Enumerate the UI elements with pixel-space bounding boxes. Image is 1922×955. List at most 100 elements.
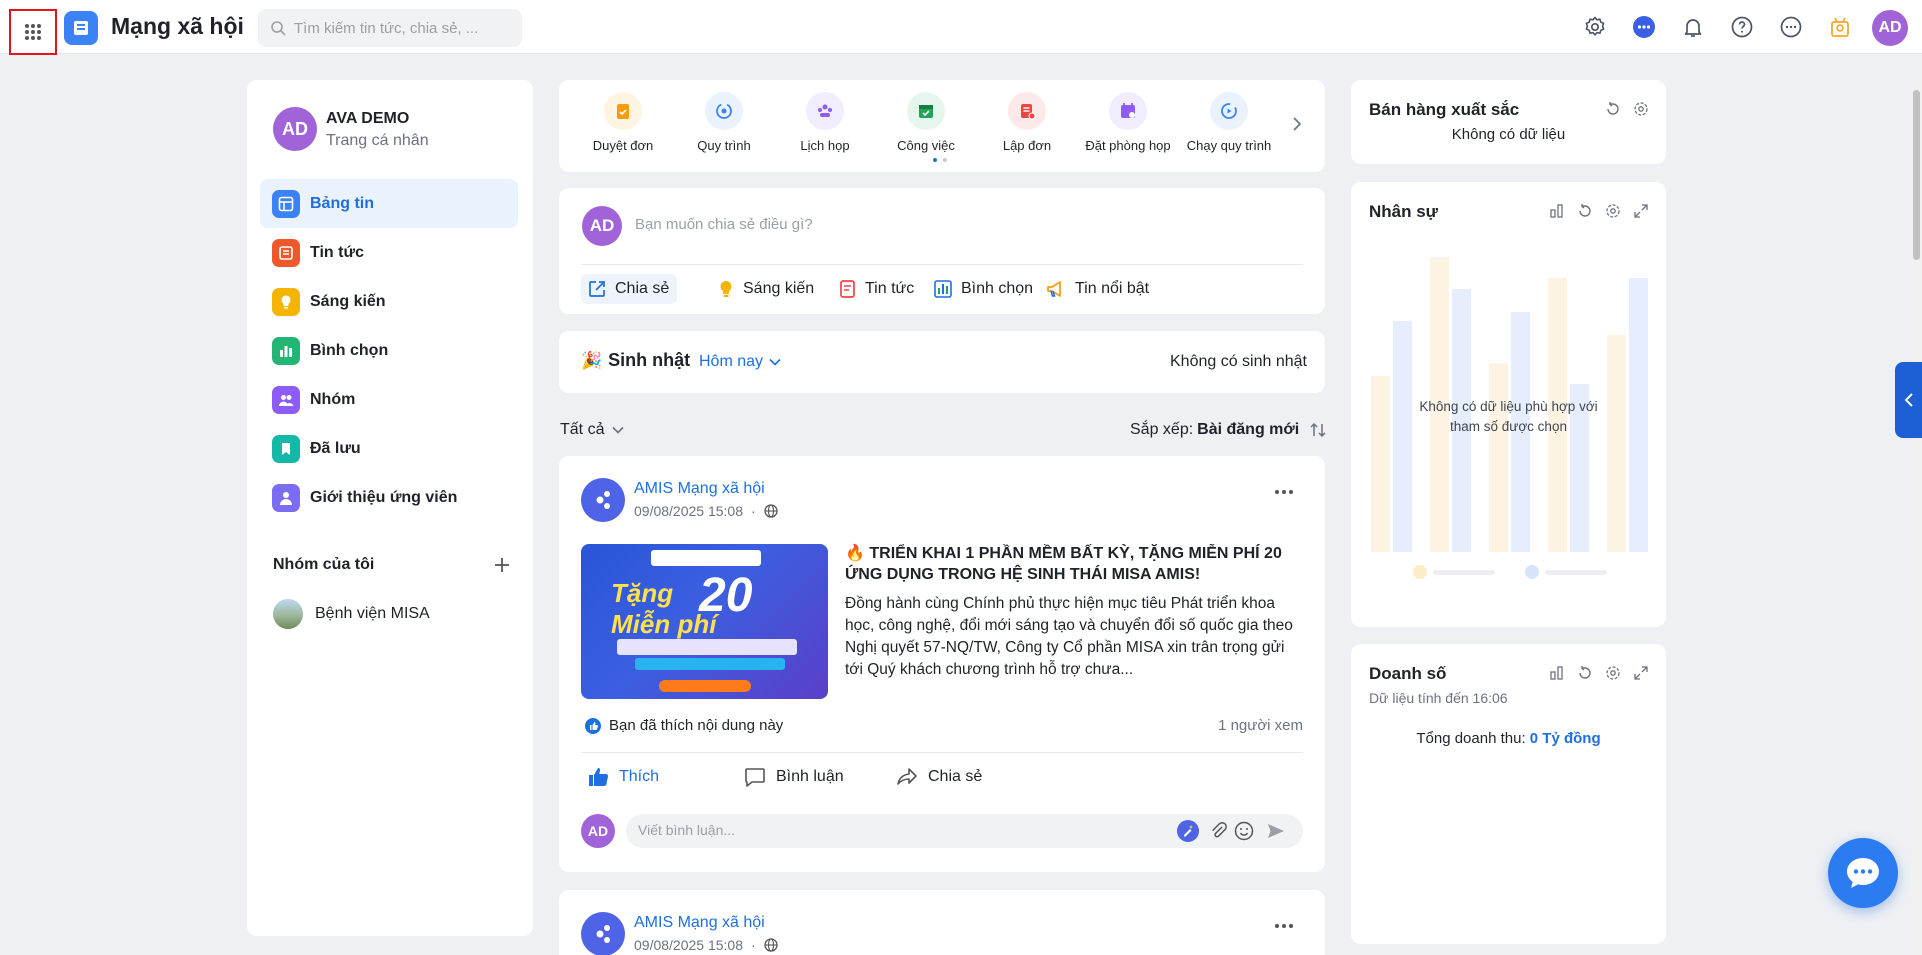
refresh-icon[interactable] [1602, 98, 1624, 120]
profile-link[interactable]: Trang cá nhân [326, 132, 429, 150]
post-headline[interactable]: 🔥 TRIỂN KHAI 1 PHẦN MỀM BẤT KỲ, TẶNG MIỄ… [845, 543, 1305, 585]
post-image[interactable]: Tặng Miễn phí 20 [581, 544, 828, 699]
emoji-icon[interactable] [1232, 819, 1256, 843]
group-name: Bệnh viện MISA [315, 605, 430, 622]
expand-icon[interactable] [1630, 662, 1652, 684]
avatar: AD [582, 206, 622, 246]
quick-action-task[interactable]: Công việc [876, 92, 976, 153]
like-button[interactable]: Thích [587, 762, 659, 792]
amis-logo-icon [596, 925, 610, 943]
reward-icon[interactable] [1826, 13, 1854, 41]
sidebar-item-news[interactable]: Tin tức [260, 228, 518, 277]
profile-avatar[interactable]: AD [273, 107, 317, 151]
lightbulb-icon [272, 287, 300, 316]
widget-tools [1546, 200, 1652, 222]
avatar[interactable]: AD [1872, 10, 1908, 46]
poll-icon [934, 280, 952, 298]
refresh-icon[interactable] [1574, 662, 1596, 684]
collapse-panel-button[interactable] [1895, 362, 1922, 438]
sidebar-item-groups[interactable]: Nhóm [260, 375, 518, 424]
comment-box[interactable] [626, 814, 1303, 848]
post-author-avatar[interactable] [581, 478, 625, 522]
settings-icon[interactable] [1581, 13, 1609, 41]
sidebar-item-saved[interactable]: Đã lưu [260, 424, 518, 473]
post-author[interactable]: AMIS Mạng xã hội [634, 914, 765, 932]
post-author[interactable]: AMIS Mạng xã hội [634, 480, 765, 498]
hr-widget: Nhân sự Không có dữ liệu phù hợp với tha… [1351, 182, 1666, 627]
poll-button[interactable]: Bình chọn [927, 274, 1041, 304]
widget-subtitle: Dữ liệu tính đến 16:06 [1369, 690, 1508, 706]
poll-icon [272, 336, 300, 365]
chat-support-button[interactable] [1828, 838, 1898, 908]
search-input[interactable] [294, 19, 514, 37]
quick-action-meeting[interactable]: Lịch họp [775, 92, 875, 153]
share-edit-icon [589, 281, 605, 297]
post-more-button[interactable] [1269, 482, 1299, 502]
sidebar-item-polls[interactable]: Bình chọn [260, 326, 518, 375]
chart-type-icon[interactable] [1546, 200, 1568, 222]
help-icon[interactable] [1728, 13, 1756, 41]
carousel-dots [933, 158, 947, 162]
post-body[interactable]: Đồng hành cùng Chính phủ thực hiện mục t… [845, 593, 1305, 681]
news-button[interactable]: Tin tức [833, 274, 922, 304]
newspaper-icon [840, 280, 855, 298]
comment-input[interactable] [638, 822, 1138, 838]
sidebar-item-label: Tin tức [310, 243, 364, 261]
refresh-icon[interactable] [1574, 200, 1596, 222]
chart-type-icon[interactable] [1546, 662, 1568, 684]
settings-icon[interactable] [1602, 662, 1624, 684]
highlight-news-button[interactable]: Tin nổi bật [1039, 274, 1157, 304]
more-options-icon[interactable] [1777, 13, 1805, 41]
quick-action-run-process[interactable]: Chạy quy trình [1179, 92, 1279, 153]
widget-title: Doanh số [1369, 664, 1447, 683]
quick-action-approve-form[interactable]: Duyệt đơn [573, 92, 673, 153]
scrollbar[interactable] [1911, 80, 1922, 955]
sidebar-item-label: Bảng tin [310, 194, 374, 212]
chevron-right-icon[interactable] [1283, 110, 1311, 138]
app-launcher-button[interactable] [9, 9, 57, 55]
approve-form-icon [604, 92, 642, 130]
globe-icon [764, 938, 778, 952]
quick-action-create-form[interactable]: Lập đơn [977, 92, 1077, 153]
quick-actions-bar: Duyệt đơn Quy trình Lịch họp Công việc L… [559, 80, 1325, 172]
app-title: Mạng xã hội [111, 13, 244, 39]
birthday-filter-dropdown[interactable]: Hôm nay [699, 353, 781, 371]
ai-write-icon[interactable] [1176, 819, 1200, 843]
share-button[interactable]: Chia sẻ [581, 274, 678, 304]
attachment-icon[interactable] [1206, 819, 1230, 843]
like-badge-icon [585, 717, 601, 734]
add-group-button[interactable] [484, 547, 520, 583]
promo-cta [659, 680, 751, 692]
share-post-button[interactable]: Chia sẻ [896, 762, 982, 792]
comment-button[interactable]: Bình luận [744, 762, 844, 792]
send-icon[interactable] [1264, 819, 1288, 843]
quick-action-book-room[interactable]: Đặt phòng họp [1078, 92, 1178, 153]
initiative-button[interactable]: Sáng kiến [711, 274, 822, 304]
profile-name[interactable]: AVA DEMO [326, 110, 409, 128]
post-input[interactable] [635, 216, 1235, 233]
post-card: AMIS Mạng xã hội 09/08/2025 15:08 · [559, 890, 1325, 955]
chat-icon[interactable] [1630, 13, 1658, 41]
divider [581, 752, 1303, 753]
app-logo-icon[interactable] [64, 11, 98, 45]
sidebar-item-initiatives[interactable]: Sáng kiến [260, 277, 518, 326]
scrollbar-thumb[interactable] [1913, 90, 1920, 260]
feed-filter-dropdown[interactable]: Tất cả [560, 421, 625, 439]
settings-icon[interactable] [1602, 200, 1624, 222]
expand-icon[interactable] [1630, 200, 1652, 222]
search-box[interactable] [258, 9, 522, 47]
chevron-down-icon [769, 358, 781, 366]
feed-sort-control[interactable]: Sắp xếp: Bài đăng mới [1130, 421, 1327, 439]
post-more-button[interactable] [1269, 916, 1299, 936]
sidebar-item-news-feed[interactable]: Bảng tin [260, 179, 518, 228]
post-author-avatar[interactable] [581, 912, 625, 955]
more-horizontal-icon [1275, 490, 1293, 494]
sidebar-item-candidate-referral[interactable]: Giới thiệu ứng viên [260, 473, 518, 522]
quick-action-process[interactable]: Quy trình [674, 92, 774, 153]
post-view-count[interactable]: 1 người xem [1218, 717, 1303, 734]
revenue-total-value[interactable]: 0 Tỷ đồng [1530, 730, 1601, 747]
bell-icon[interactable] [1679, 13, 1707, 41]
settings-icon[interactable] [1630, 98, 1652, 120]
create-form-icon [1008, 92, 1046, 130]
group-item[interactable]: Bệnh viện MISA [273, 599, 430, 629]
